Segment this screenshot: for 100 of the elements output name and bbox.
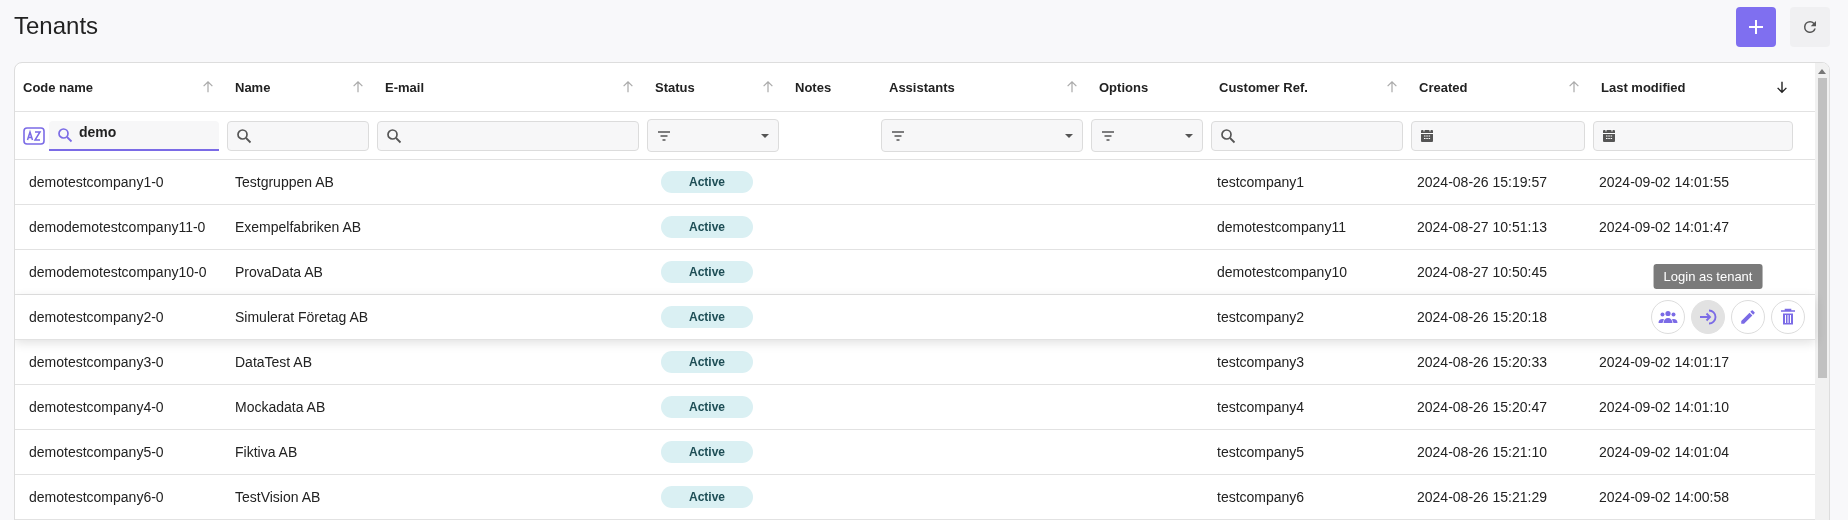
table-cell: ProvaData AB bbox=[235, 263, 323, 280]
column-header[interactable]: E-mail bbox=[385, 79, 424, 95]
status-badge: Active bbox=[661, 261, 753, 283]
table-cell: 2024-09-02 14:01:10 bbox=[1599, 398, 1729, 415]
search-field[interactable] bbox=[377, 120, 639, 151]
search-field[interactable] bbox=[227, 120, 369, 151]
table-cell: 2024-08-27 10:50:45 bbox=[1417, 263, 1547, 280]
scrollbar[interactable] bbox=[1815, 63, 1829, 520]
arrow-up-icon[interactable] bbox=[1385, 80, 1399, 94]
filter-dropdown[interactable] bbox=[1091, 119, 1203, 152]
table-cell: Mockadata AB bbox=[235, 398, 326, 415]
table-cell: 2024-08-27 10:51:13 bbox=[1417, 218, 1547, 235]
table-cell: testcompany5 bbox=[1217, 443, 1305, 460]
people-icon bbox=[1658, 309, 1678, 325]
table-cell: demotestcompany5-0 bbox=[29, 443, 164, 460]
status-badge: Active bbox=[661, 486, 753, 508]
table-cell: demotestcompany11 bbox=[1217, 218, 1346, 235]
search-input[interactable]: demo bbox=[79, 123, 211, 146]
column-header[interactable]: Customer Ref. bbox=[1219, 79, 1308, 95]
arrow-up-icon[interactable] bbox=[1065, 80, 1079, 94]
search-icon bbox=[57, 126, 73, 143]
table-cell: 2024-09-02 14:01:17 bbox=[1599, 353, 1729, 370]
arrow-up-icon[interactable] bbox=[201, 80, 215, 94]
table-cell: 2024-08-26 15:20:47 bbox=[1417, 398, 1547, 415]
column-header[interactable]: Last modified bbox=[1601, 79, 1686, 95]
arrow-up-icon[interactable] bbox=[351, 80, 365, 94]
column-header[interactable]: Created bbox=[1419, 79, 1468, 95]
date-field[interactable] bbox=[1411, 120, 1585, 151]
scroll-up-icon[interactable] bbox=[1818, 68, 1826, 74]
table-cell: Fiktiva AB bbox=[235, 443, 298, 460]
arrow-up-icon[interactable] bbox=[621, 80, 635, 94]
search-field[interactable] bbox=[1211, 120, 1403, 151]
table-cell: demotestcompany1-0 bbox=[29, 173, 164, 190]
table-cell: Simulerat Företag AB bbox=[235, 308, 369, 325]
table-cell: demodemotestcompany10-0 bbox=[29, 263, 207, 280]
delete-button[interactable] bbox=[1771, 300, 1805, 334]
filter-icon bbox=[890, 128, 906, 143]
table-cell: testcompany3 bbox=[1217, 353, 1305, 370]
table-cell: 2024-08-26 15:21:10 bbox=[1417, 443, 1547, 460]
table-cell: 2024-08-26 15:21:29 bbox=[1417, 488, 1547, 505]
column-header[interactable]: Notes bbox=[795, 79, 832, 95]
search-field[interactable]: demo bbox=[49, 120, 219, 151]
arrow-up-icon[interactable] bbox=[1567, 80, 1581, 94]
table-cell: demotestcompany3-0 bbox=[29, 353, 164, 370]
table-cell: demotestcompany6-0 bbox=[29, 488, 164, 505]
arrow-down-icon[interactable] bbox=[1775, 80, 1789, 94]
table-cell: testcompany6 bbox=[1217, 488, 1305, 505]
page-title: Tenants bbox=[14, 12, 99, 40]
caret-icon bbox=[760, 132, 770, 139]
table-cell: 2024-08-26 15:20:33 bbox=[1417, 353, 1547, 370]
status-badge: Active bbox=[661, 306, 753, 328]
table-cell: demotestcompany4-0 bbox=[29, 398, 164, 415]
login-icon bbox=[1698, 307, 1718, 327]
table-cell: Testgruppen AB bbox=[235, 173, 334, 190]
refresh-button[interactable] bbox=[1790, 7, 1830, 47]
column-header[interactable]: Assistants bbox=[889, 79, 955, 95]
status-badge: Active bbox=[661, 441, 753, 463]
table-cell: testcompany1 bbox=[1217, 173, 1305, 190]
calendar-icon bbox=[1420, 128, 1434, 143]
tooltip: Login as tenant bbox=[1653, 264, 1763, 289]
table-cell: 2024-09-02 14:00:58 bbox=[1599, 488, 1729, 505]
pencil-icon bbox=[1739, 308, 1757, 326]
table-cell: 2024-09-02 14:01:47 bbox=[1599, 218, 1729, 235]
table-cell: 2024-09-02 14:01:55 bbox=[1599, 173, 1729, 190]
search-icon bbox=[386, 127, 402, 144]
add-button[interactable] bbox=[1736, 7, 1776, 47]
status-badge: Active bbox=[661, 171, 753, 193]
filter-icon bbox=[1100, 128, 1116, 143]
arrow-up-icon[interactable] bbox=[761, 80, 775, 94]
table-cell: testcompany4 bbox=[1217, 398, 1305, 415]
table-cell: testcompany2 bbox=[1217, 308, 1305, 325]
caret-icon bbox=[1064, 132, 1074, 139]
status-badge: Active bbox=[661, 216, 753, 238]
filter-icon bbox=[656, 128, 672, 143]
table-cell: demotestcompany10 bbox=[1217, 263, 1347, 280]
table-cell: 2024-08-26 15:19:57 bbox=[1417, 173, 1547, 190]
table-cell: Exempelfabriken AB bbox=[235, 218, 362, 235]
table-cell: DataTest AB bbox=[235, 353, 313, 370]
filter-dropdown[interactable] bbox=[881, 119, 1083, 152]
filter-dropdown[interactable] bbox=[647, 119, 779, 152]
plus-icon bbox=[1747, 18, 1765, 36]
refresh-icon bbox=[1801, 18, 1819, 36]
users-button[interactable] bbox=[1651, 300, 1685, 334]
table-cell: demotestcompany2-0 bbox=[29, 308, 164, 325]
trash-icon bbox=[1780, 308, 1796, 326]
column-header[interactable]: Status bbox=[655, 79, 695, 95]
sort-az-toggle-icon[interactable] bbox=[23, 125, 45, 146]
column-header[interactable]: Code name bbox=[23, 79, 94, 95]
table-cell: 2024-08-26 15:20:18 bbox=[1417, 308, 1547, 325]
edit-button[interactable] bbox=[1731, 300, 1765, 334]
caret-icon bbox=[1184, 132, 1194, 139]
date-field[interactable] bbox=[1593, 120, 1793, 151]
table-cell: TestVision AB bbox=[235, 488, 321, 505]
table-cell: 2024-09-02 14:01:04 bbox=[1599, 443, 1729, 460]
calendar-icon bbox=[1602, 128, 1616, 143]
status-badge: Active bbox=[661, 396, 753, 418]
column-header[interactable]: Name bbox=[235, 79, 271, 95]
table-cell: demodemotestcompany11-0 bbox=[29, 218, 206, 235]
search-icon bbox=[1220, 127, 1236, 144]
column-header[interactable]: Options bbox=[1099, 79, 1149, 95]
